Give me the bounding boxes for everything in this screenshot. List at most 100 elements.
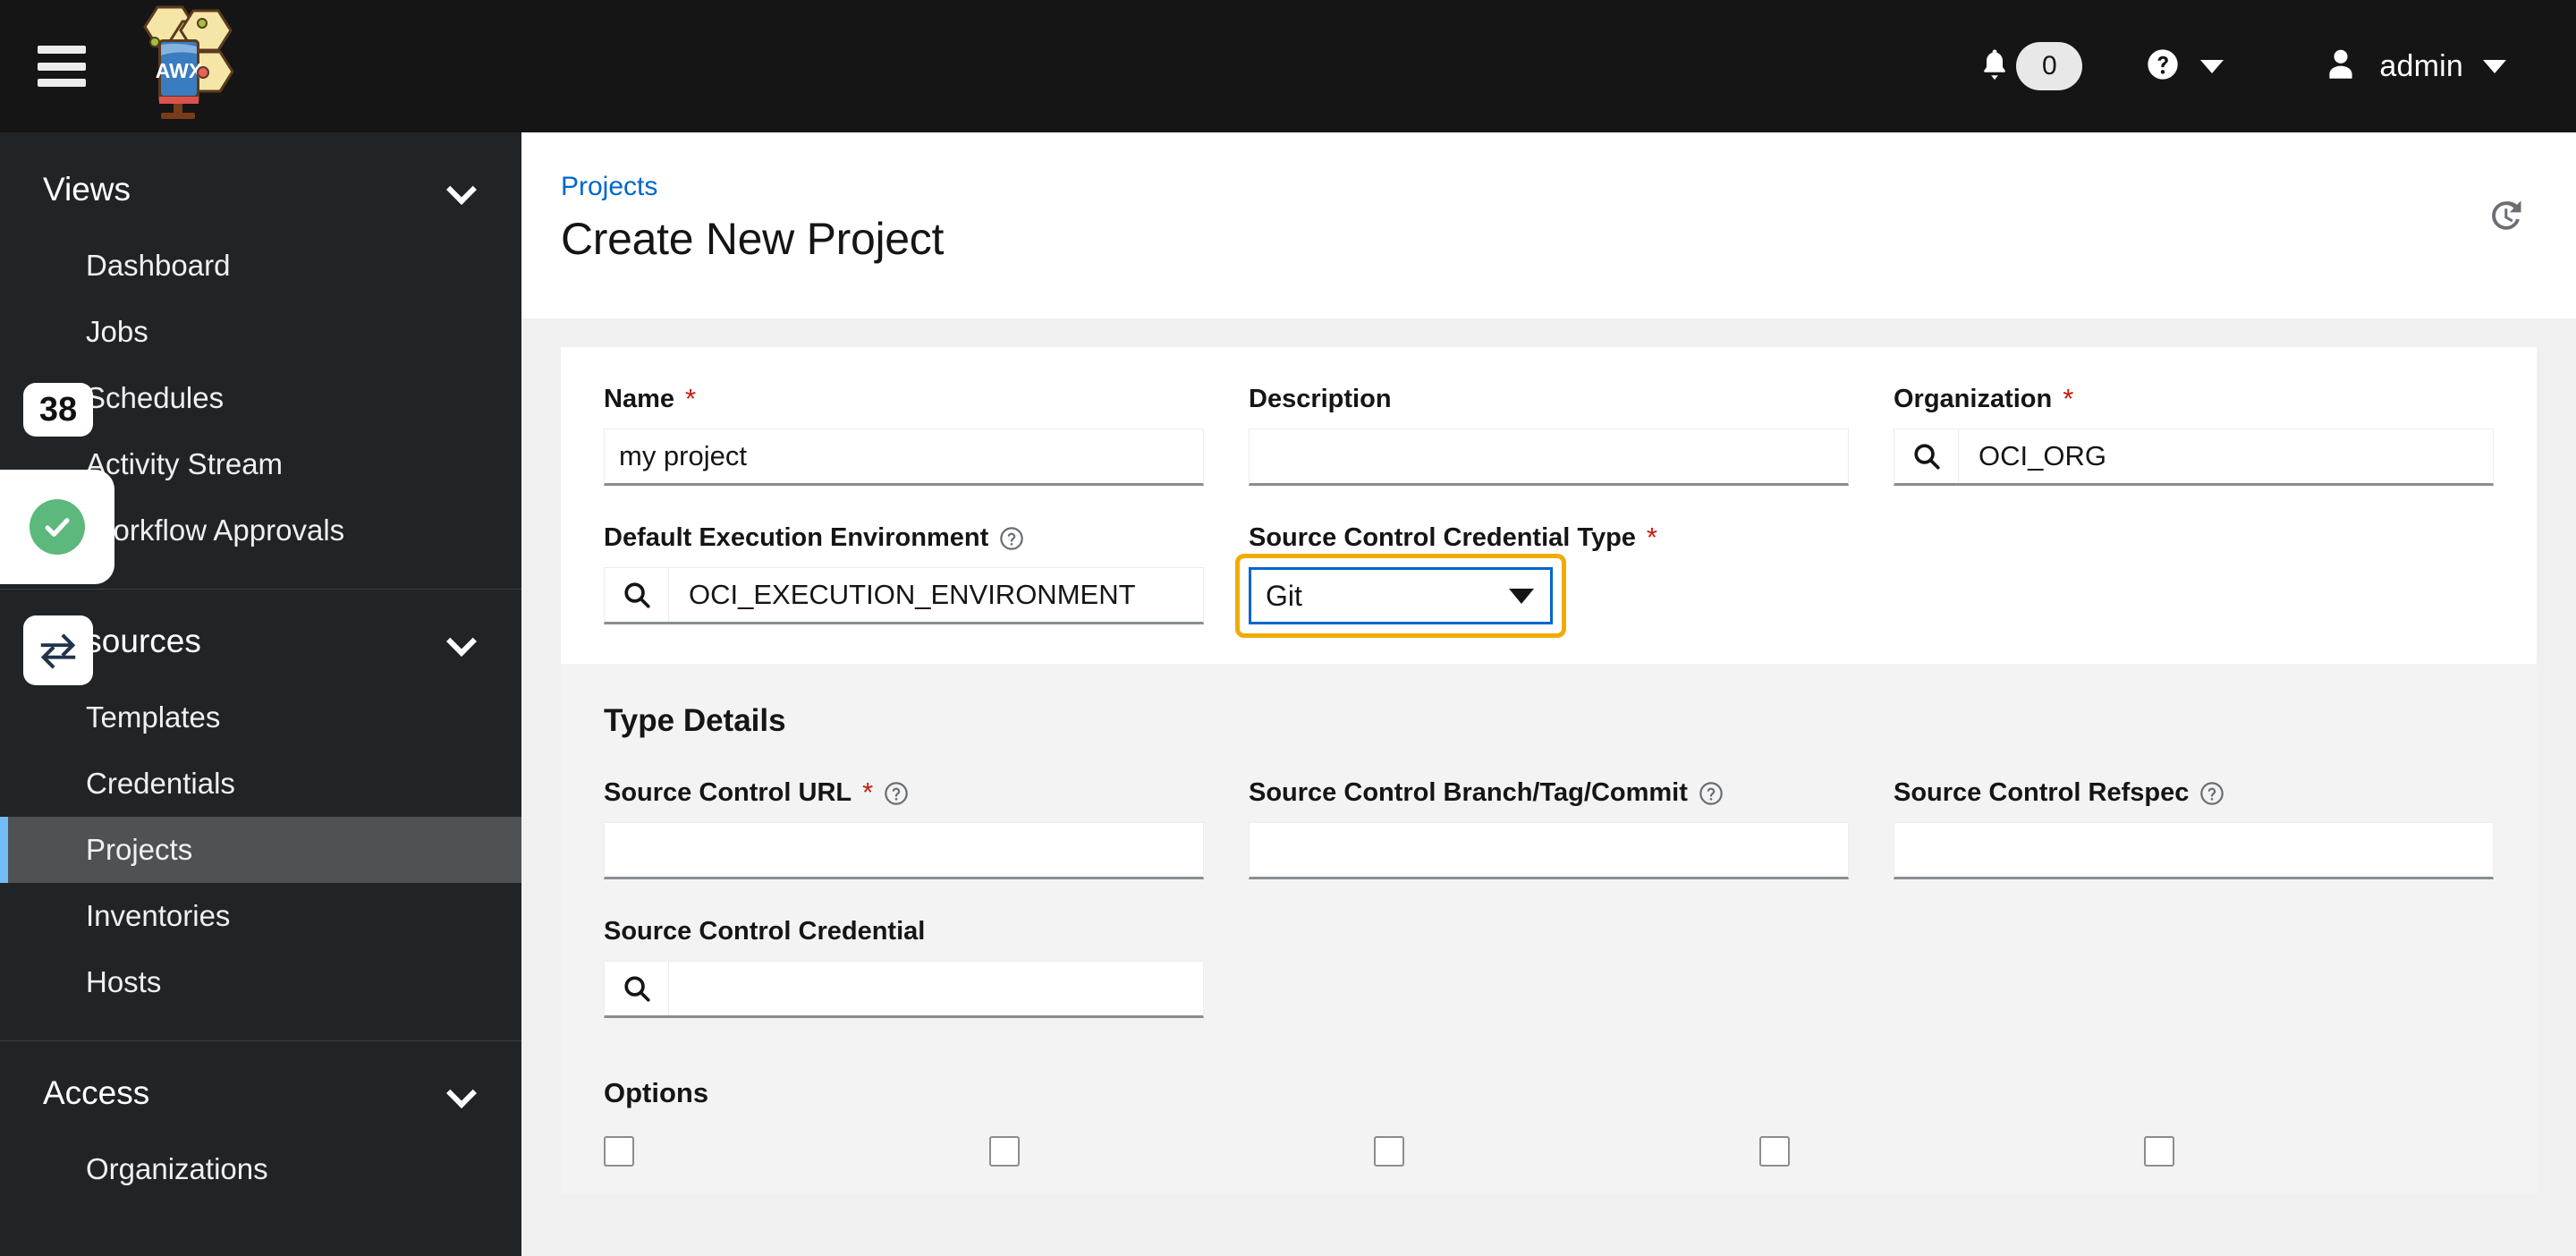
- caret-down-icon[interactable]: [1509, 588, 1534, 604]
- sidebar-item-hosts[interactable]: Hosts: [0, 949, 521, 1015]
- sidebar-group-views[interactable]: Views: [0, 147, 521, 233]
- sidebar-divider: [0, 1040, 521, 1041]
- source-control-credential-lookup[interactable]: [604, 961, 1204, 1018]
- option-checkbox[interactable]: [988, 1136, 1020, 1167]
- user-menu-button[interactable]: admin: [2308, 0, 2521, 132]
- check-circle-icon: [30, 499, 85, 555]
- field-source-control-url: Source Control URL *: [604, 778, 1204, 879]
- sidebar-item-label: Templates: [86, 700, 221, 734]
- notifications-button[interactable]: 0: [1966, 0, 2095, 132]
- awx-logo[interactable]: AWX: [106, 0, 284, 132]
- required-asterisk: *: [2063, 383, 2074, 415]
- sidebar-divider: [0, 589, 521, 590]
- field-label-text: Source Control URL: [604, 778, 852, 807]
- source-control-refspec-input[interactable]: [1894, 822, 2494, 879]
- description-input[interactable]: [1249, 429, 1849, 486]
- breadcrumb[interactable]: Projects: [561, 172, 2522, 202]
- sidebar-item-label: Jobs: [86, 315, 148, 348]
- sidebar-item-inventories[interactable]: Inventories: [0, 883, 521, 949]
- option-checkbox[interactable]: [1374, 1136, 1405, 1167]
- option-checkbox[interactable]: [2144, 1136, 2175, 1167]
- source-control-credential-value: [669, 962, 1203, 1015]
- field-source-control-credential-type: Source Control Credential Type * Git: [1235, 523, 1849, 638]
- source-control-url-input[interactable]: [604, 822, 1204, 879]
- type-details-row-2: Source Control Credential: [604, 917, 2494, 1018]
- field-label: Description: [1249, 385, 1849, 414]
- type-details-section: Type Details Source Control URL * Source…: [561, 664, 2537, 1193]
- chevron-down-icon[interactable]: [448, 628, 475, 655]
- search-icon[interactable]: [605, 568, 669, 622]
- hamburger-bar: [38, 46, 86, 54]
- field-label: Source Control Branch/Tag/Commit: [1249, 778, 1849, 808]
- sidebar-group-label: Access: [43, 1074, 150, 1111]
- field-source-control-refspec: Source Control Refspec: [1894, 778, 2494, 879]
- source-control-credential-type-select[interactable]: Git: [1249, 567, 1553, 624]
- form-main-section: Name * my project Description Organizati…: [561, 347, 2537, 664]
- field-label-text: Name: [604, 385, 674, 413]
- question-circle-icon: [2145, 47, 2181, 87]
- swap-action-badge: [23, 615, 93, 685]
- options-title: Options: [604, 1077, 709, 1108]
- field-label: Source Control Credential: [604, 917, 1204, 946]
- organization-lookup[interactable]: OCI_ORG: [1894, 429, 2494, 486]
- masthead-toolbar: 0 admin: [1966, 0, 2521, 132]
- bell-icon: [1979, 47, 2011, 87]
- sidebar-item-projects[interactable]: Projects: [0, 817, 521, 883]
- options-checkbox-row: [604, 1136, 2494, 1167]
- help-menu-button[interactable]: [2127, 0, 2241, 132]
- sidebar-item-dashboard[interactable]: Dashboard: [0, 233, 521, 299]
- chevron-down-icon[interactable]: [448, 176, 475, 203]
- sidebar-group-access[interactable]: Access: [0, 1050, 521, 1136]
- step-number-label: 38: [38, 390, 78, 429]
- field-label-text: Source Control Credential Type: [1249, 523, 1636, 552]
- help-circle-icon[interactable]: [999, 526, 1024, 551]
- sidebar-item-credentials[interactable]: Credentials: [0, 751, 521, 817]
- form-row-2: Default Execution Environment OCI_EXECUT…: [604, 523, 2494, 638]
- default-execution-environment-value: OCI_EXECUTION_ENVIRONMENT: [689, 579, 1136, 610]
- help-circle-icon[interactable]: [884, 781, 909, 806]
- option-checkbox[interactable]: [604, 1136, 634, 1167]
- exchange-arrows-icon: [36, 631, 80, 670]
- field-source-control-credential: Source Control Credential: [604, 917, 1204, 1018]
- history-icon[interactable]: [2487, 197, 2524, 239]
- search-icon[interactable]: [605, 962, 669, 1015]
- user-icon: [2322, 46, 2360, 88]
- form-row-1: Name * my project Description Organizati…: [604, 385, 2494, 486]
- name-input[interactable]: my project: [604, 429, 1204, 486]
- sidebar-group-label: Views: [43, 171, 131, 208]
- sidebar-item-templates[interactable]: Templates: [0, 684, 521, 751]
- notification-count-badge[interactable]: 0: [2016, 42, 2083, 90]
- sidebar-item-organizations[interactable]: Organizations: [0, 1136, 521, 1202]
- sidebar-item-label: Activity Stream: [86, 447, 284, 480]
- search-icon[interactable]: [1894, 429, 1959, 483]
- default-execution-environment-lookup[interactable]: OCI_EXECUTION_ENVIRONMENT: [604, 567, 1204, 624]
- type-details-row-1: Source Control URL * Source Control Bran…: [604, 778, 2494, 879]
- field-name: Name * my project: [604, 385, 1204, 486]
- page-header: Projects Create New Project: [521, 132, 2576, 318]
- field-source-control-branch: Source Control Branch/Tag/Commit: [1249, 778, 1849, 879]
- chevron-down-icon[interactable]: [448, 1080, 475, 1107]
- sidebar-item-label: Workflow Approvals: [86, 513, 345, 547]
- username-label: admin: [2379, 48, 2463, 83]
- sidebar-item-jobs[interactable]: Jobs: [0, 299, 521, 365]
- chevron-down-icon[interactable]: [2483, 59, 2506, 73]
- sidebar-item-label: Schedules: [86, 381, 225, 414]
- help-circle-icon[interactable]: [2199, 781, 2224, 806]
- field-label: Name *: [604, 385, 1204, 414]
- help-circle-icon[interactable]: [1699, 781, 1724, 806]
- field-label-text: Description: [1249, 385, 1392, 413]
- required-asterisk: *: [862, 777, 874, 809]
- source-control-branch-input[interactable]: [1249, 822, 1849, 879]
- chevron-down-icon[interactable]: [2200, 59, 2224, 73]
- field-organization: Organization * OCI_ORG: [1894, 385, 2494, 486]
- organization-input-value: OCI_ORG: [1979, 440, 2106, 471]
- source-control-credential-type-value: Git: [1266, 579, 1302, 612]
- option-checkbox[interactable]: [1758, 1136, 1790, 1167]
- type-details-title: Type Details: [604, 703, 786, 738]
- field-label-text: Organization: [1894, 385, 2053, 413]
- hamburger-icon[interactable]: [38, 46, 86, 87]
- hamburger-bar: [38, 79, 86, 87]
- main-content: Projects Create New Project Name * my pr…: [521, 132, 2576, 1256]
- field-label-text: Source Control Credential: [604, 917, 926, 946]
